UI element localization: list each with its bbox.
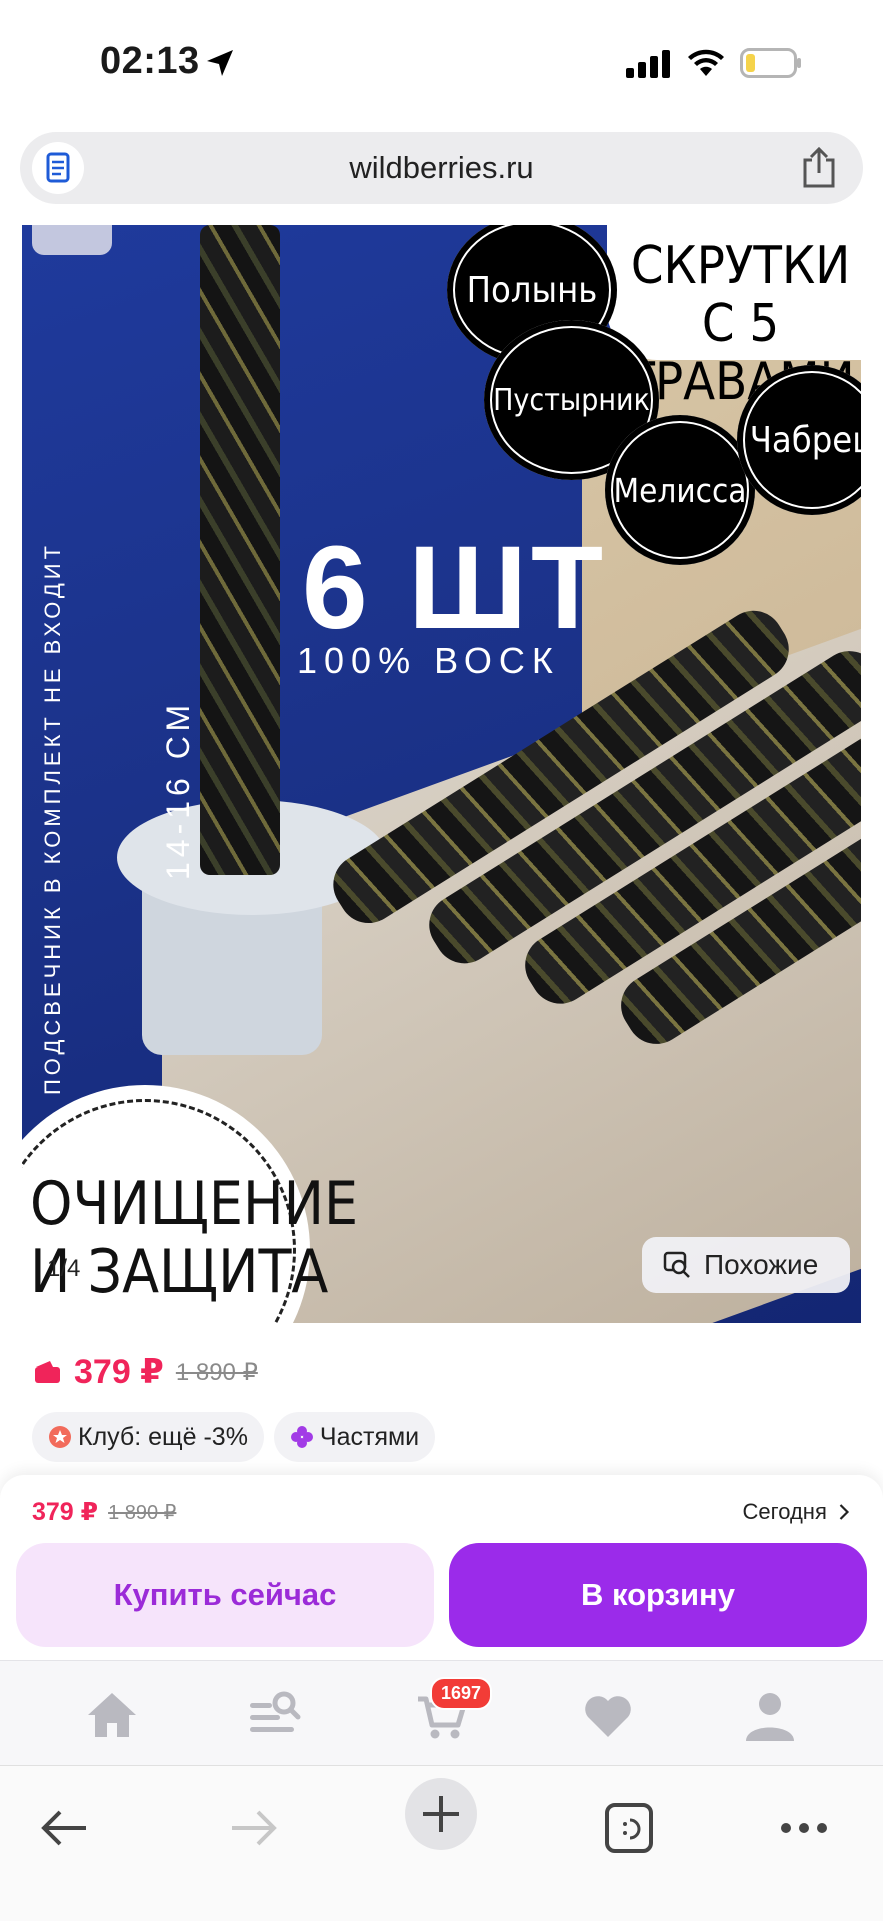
installments-chip-label: Частями <box>319 1422 420 1451</box>
browser-toolbar <box>0 1765 883 1921</box>
heart-icon[interactable] <box>580 1687 636 1743</box>
status-bar: 02:13 <box>0 0 883 125</box>
chevron-right-icon <box>839 1504 850 1520</box>
more-icon[interactable] <box>780 1820 828 1836</box>
tabs-icon[interactable] <box>604 1802 654 1854</box>
buy-panel: 379 ₽ 1 890 ₽ Сегодня Купить сейчас В ко… <box>0 1475 883 1660</box>
product-note: ПОДСВЕЧНИК В КОМПЛЕКТ НЕ ВХОДИТ <box>40 541 65 1095</box>
cart-count-badge: 1697 <box>430 1677 493 1710</box>
price-old: 1 890 ₽ <box>175 1358 258 1386</box>
clover-icon <box>290 1426 313 1448</box>
new-tab-button[interactable] <box>405 1778 477 1850</box>
panel-price-current: 379 ₽ <box>32 1498 99 1526</box>
location-arrow-icon <box>207 50 233 76</box>
promo-chips: Клуб: ещё -3% Частями <box>32 1412 436 1462</box>
home-icon[interactable] <box>84 1687 140 1743</box>
product-count: 6 ШТ <box>302 522 608 654</box>
price-current: 379 ₽ <box>74 1353 164 1391</box>
cellular-signal-icon <box>626 50 670 78</box>
catalog-search-icon[interactable] <box>246 1687 302 1743</box>
url-text[interactable]: wildberries.ru <box>20 150 863 186</box>
panel-price-old: 1 890 ₽ <box>108 1501 177 1524</box>
star-badge-icon <box>49 1426 71 1448</box>
profile-icon[interactable] <box>742 1687 798 1743</box>
herb-bubble: Мелисса <box>605 415 755 565</box>
address-bar[interactable]: wildberries.ru <box>20 132 863 204</box>
similar-search-icon <box>663 1251 690 1278</box>
product-image-gallery[interactable]: СКРУТКИ С 5 ТРАВАМИ Полынь Пустырник Мел… <box>22 225 861 1323</box>
similar-button[interactable]: Похожие <box>642 1237 850 1293</box>
similar-label: Похожие <box>704 1249 819 1280</box>
forward-arrow-icon[interactable] <box>228 1806 280 1850</box>
plus-icon <box>423 1796 459 1832</box>
wifi-icon <box>688 49 724 76</box>
standing-candle-shape <box>200 225 280 875</box>
back-button[interactable] <box>32 225 112 255</box>
price-row: 379 ₽ 1 890 ₽ <box>32 1352 258 1392</box>
back-arrow-icon[interactable] <box>38 1806 90 1850</box>
club-chip[interactable]: Клуб: ещё -3% <box>32 1412 264 1462</box>
status-time: 02:13 <box>100 40 200 82</box>
product-material: 100% ВОСК <box>297 640 560 681</box>
delivery-date-link[interactable]: Сегодня <box>743 1499 851 1525</box>
installments-chip[interactable]: Частями <box>273 1412 436 1462</box>
panel-price: 379 ₽ 1 890 ₽ <box>32 1497 176 1527</box>
image-counter: 1/4 <box>47 1255 81 1282</box>
battery-low-icon <box>740 48 801 78</box>
corner-badge-text: ОЧИЩЕНИЕ И ЗАЩИТА <box>30 1169 359 1307</box>
club-chip-label: Клуб: ещё -3% <box>78 1422 248 1451</box>
buy-now-button[interactable]: Купить сейчас <box>16 1543 434 1647</box>
share-icon[interactable] <box>799 146 839 190</box>
add-to-cart-button[interactable]: В корзину <box>449 1543 867 1647</box>
delivery-date-label: Сегодня <box>742 1499 827 1524</box>
app-tab-bar: 1697 <box>0 1660 883 1766</box>
wallet-icon <box>35 1361 60 1383</box>
product-size: 14-16 СМ <box>160 699 196 880</box>
